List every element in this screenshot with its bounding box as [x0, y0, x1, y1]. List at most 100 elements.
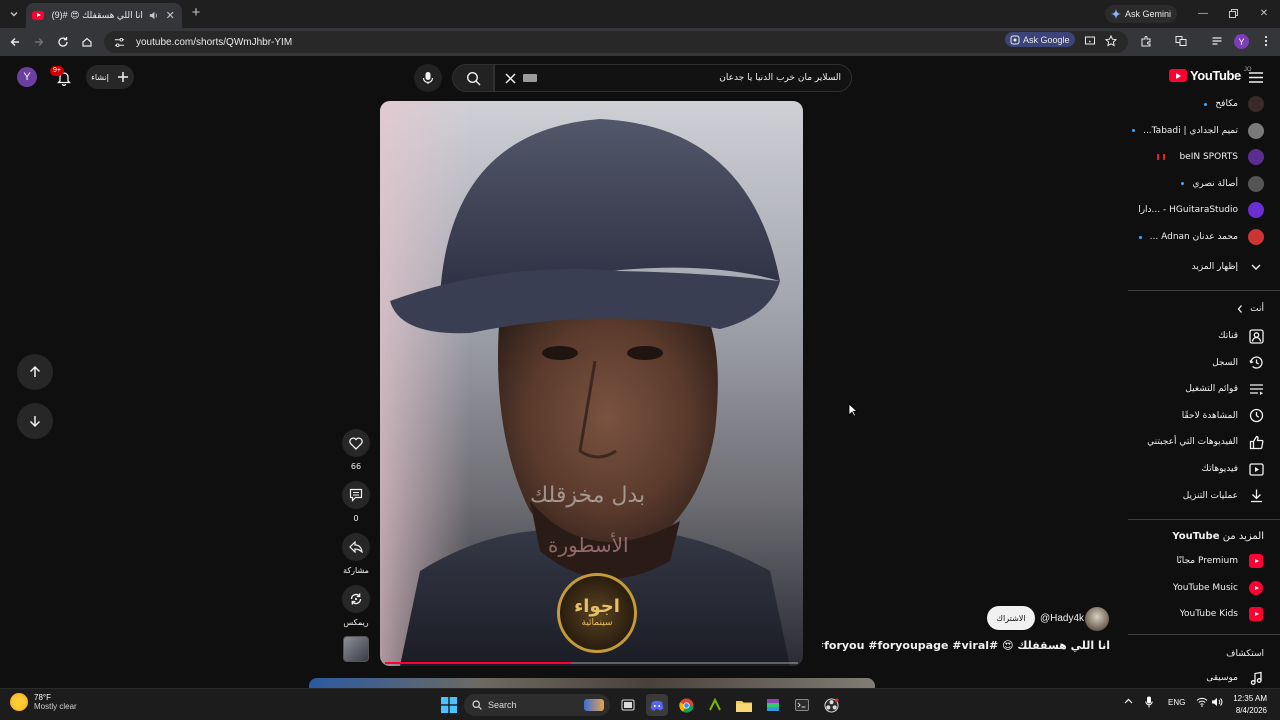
voice-search-button[interactable]: [414, 64, 442, 92]
tab-search-button[interactable]: [4, 4, 24, 24]
shorts-video-player[interactable]: بدل مخزقلك الأسطورة اجواء سينمائية: [380, 101, 803, 666]
gemini-sparkle-icon: [1111, 9, 1121, 19]
like-button[interactable]: [342, 429, 370, 457]
channel-avatar[interactable]: [1085, 607, 1109, 631]
input-language[interactable]: ENG: [1168, 698, 1185, 707]
forward-button[interactable]: [31, 34, 47, 50]
channel-avatar-icon: [1248, 175, 1264, 192]
sidebar-subscription[interactable]: تميم الجدادي | Tabadi...: [1128, 118, 1280, 144]
speaker-icon[interactable]: [148, 10, 160, 22]
chevron-down-icon: [1248, 259, 1264, 275]
sidebar-item-youtube-app[interactable]: YouTube Kids: [1128, 601, 1280, 627]
sidebar-subscription-label: HGuitaraStudio - ...دارا: [1138, 205, 1238, 216]
microphone-icon: [422, 72, 434, 84]
reload-button[interactable]: [55, 34, 71, 50]
next-short-button[interactable]: [17, 403, 53, 439]
discord-app-icon[interactable]: [646, 694, 668, 716]
new-tab-button[interactable]: +: [188, 5, 204, 21]
address-bar[interactable]: youtube.com/shorts/QWmJhbr-YIM: [104, 31, 1128, 53]
extensions-icon[interactable]: [1139, 34, 1153, 48]
sidebar-item-you-label: الفيديوهات التي أعجبتني: [1147, 437, 1238, 448]
chrome-app-icon[interactable]: [675, 694, 697, 716]
sidebar-item-youtube-app[interactable]: YouTube Music: [1128, 575, 1280, 601]
next-short-preview[interactable]: [309, 678, 875, 688]
back-button[interactable]: [7, 34, 23, 50]
create-button[interactable]: إنشاء: [86, 65, 134, 89]
task-view-icon[interactable]: [617, 694, 639, 716]
taskbar-search-box[interactable]: Search: [464, 694, 610, 716]
nvidia-app-icon[interactable]: [704, 694, 726, 716]
sidebar-subscription[interactable]: HGuitaraStudio - ...دارا: [1128, 197, 1280, 223]
obs-app-icon[interactable]: [820, 694, 842, 716]
sidebar-item-you[interactable]: قناتك: [1128, 323, 1280, 349]
keyboard-icon[interactable]: [523, 74, 537, 82]
sidebar-item-you-label: فيديوهاتك: [1201, 464, 1238, 474]
new-content-dot: [1181, 182, 1185, 186]
more-vertical-icon[interactable]: [1259, 34, 1273, 48]
share-button[interactable]: [342, 533, 370, 561]
sidebar-item-you-label: قوائم التشغيل: [1185, 384, 1238, 395]
show-hidden-icons-chevron[interactable]: [1124, 698, 1133, 704]
wifi-icon[interactable]: [1196, 697, 1208, 707]
browser-tab-active[interactable]: انا اللي هسقفلك 😍 #(9) ✕: [26, 3, 182, 28]
subscribe-button[interactable]: الاشتراك: [987, 606, 1035, 630]
video-progress-bar[interactable]: [385, 662, 798, 664]
you-section-header[interactable]: أنت: [1128, 296, 1280, 322]
sidebar-item-you[interactable]: عمليات التنزيل: [1128, 483, 1280, 509]
short-title[interactable]: انا اللي هسقفلك 😍 #fyp #foryou #foryoupa…: [822, 639, 1110, 652]
sidebar-item-you[interactable]: الفيديوهات التي أعجبتني: [1128, 429, 1280, 455]
winrar-app-icon[interactable]: [762, 694, 784, 716]
translate-icon[interactable]: [1174, 34, 1188, 48]
youtube-logo[interactable]: YouTube JO: [1169, 67, 1252, 83]
cast-icon[interactable]: [1083, 34, 1097, 48]
system-clock[interactable]: 12:35 AM 8/4/2026: [1225, 693, 1267, 717]
terminal-app-icon[interactable]: [791, 694, 813, 716]
sidebar-subscription[interactable]: محمد عدنان Adnan ...: [1128, 224, 1280, 250]
lens-icon: [1010, 35, 1020, 44]
reading-list-icon[interactable]: [1210, 34, 1224, 48]
sidebar-item-you[interactable]: السجل: [1128, 350, 1280, 376]
show-more-button[interactable]: إظهار المزيد: [1128, 254, 1280, 280]
sidebar-divider: [1128, 290, 1280, 291]
previous-short-button[interactable]: [17, 354, 53, 390]
comment-button[interactable]: [342, 481, 370, 509]
sound-thumbnail[interactable]: [343, 636, 369, 662]
microphone-tray-icon[interactable]: [1145, 696, 1153, 708]
sidebar-subscription-label: beIN SPORTS: [1179, 152, 1238, 163]
remix-button[interactable]: [342, 585, 370, 613]
search-input[interactable]: [537, 73, 851, 83]
site-info-icon[interactable]: [112, 35, 126, 49]
ask-google-button[interactable]: Ask Google: [1005, 32, 1075, 47]
bookmark-star-icon[interactable]: [1104, 34, 1118, 48]
home-button[interactable]: [79, 34, 95, 50]
close-tab-icon[interactable]: ✕: [164, 10, 176, 22]
minimize-button[interactable]: —: [1196, 6, 1210, 20]
new-content-dot: [1204, 102, 1208, 106]
clear-search-icon[interactable]: [499, 67, 521, 89]
volume-icon[interactable]: [1211, 697, 1223, 707]
your-videos-icon: [1248, 461, 1264, 477]
sidebar-item-you[interactable]: المشاهدة لاحقًا: [1128, 403, 1280, 429]
sidebar-subscription[interactable]: beIN SPORTS: [1128, 144, 1280, 170]
ask-gemini-label: Ask Gemini: [1125, 9, 1172, 19]
search-box[interactable]: [494, 64, 852, 92]
ask-gemini-button[interactable]: Ask Gemini: [1105, 5, 1178, 23]
guide-menu-button[interactable]: [1247, 69, 1265, 85]
restore-button[interactable]: [1226, 6, 1240, 20]
sidebar-item-you[interactable]: فيديوهاتك: [1128, 456, 1280, 482]
account-avatar[interactable]: Y: [17, 67, 37, 87]
sidebar-item-explore[interactable]: موسيقى: [1128, 665, 1280, 688]
file-explorer-icon[interactable]: [733, 694, 755, 716]
tab-title: انا اللي هسقفلك 😍 #(9): [51, 10, 143, 20]
start-button[interactable]: [438, 694, 460, 716]
sidebar-item-you[interactable]: قوائم التشغيل: [1128, 376, 1280, 402]
close-window-button[interactable]: ✕: [1257, 6, 1271, 20]
weather-widget[interactable]: 78°F Mostly clear: [10, 693, 77, 711]
chevron-down-icon: [10, 12, 18, 17]
sidebar-subscription[interactable]: أصالة نصري: [1128, 171, 1280, 197]
sidebar-subscription[interactable]: مكافح: [1128, 91, 1280, 117]
search-button[interactable]: [452, 64, 494, 92]
channel-handle[interactable]: @Hady4k: [1040, 613, 1084, 624]
sidebar-item-youtube-app[interactable]: Premium مجانًا: [1128, 548, 1280, 574]
browser-profile-avatar[interactable]: Y: [1234, 34, 1249, 49]
